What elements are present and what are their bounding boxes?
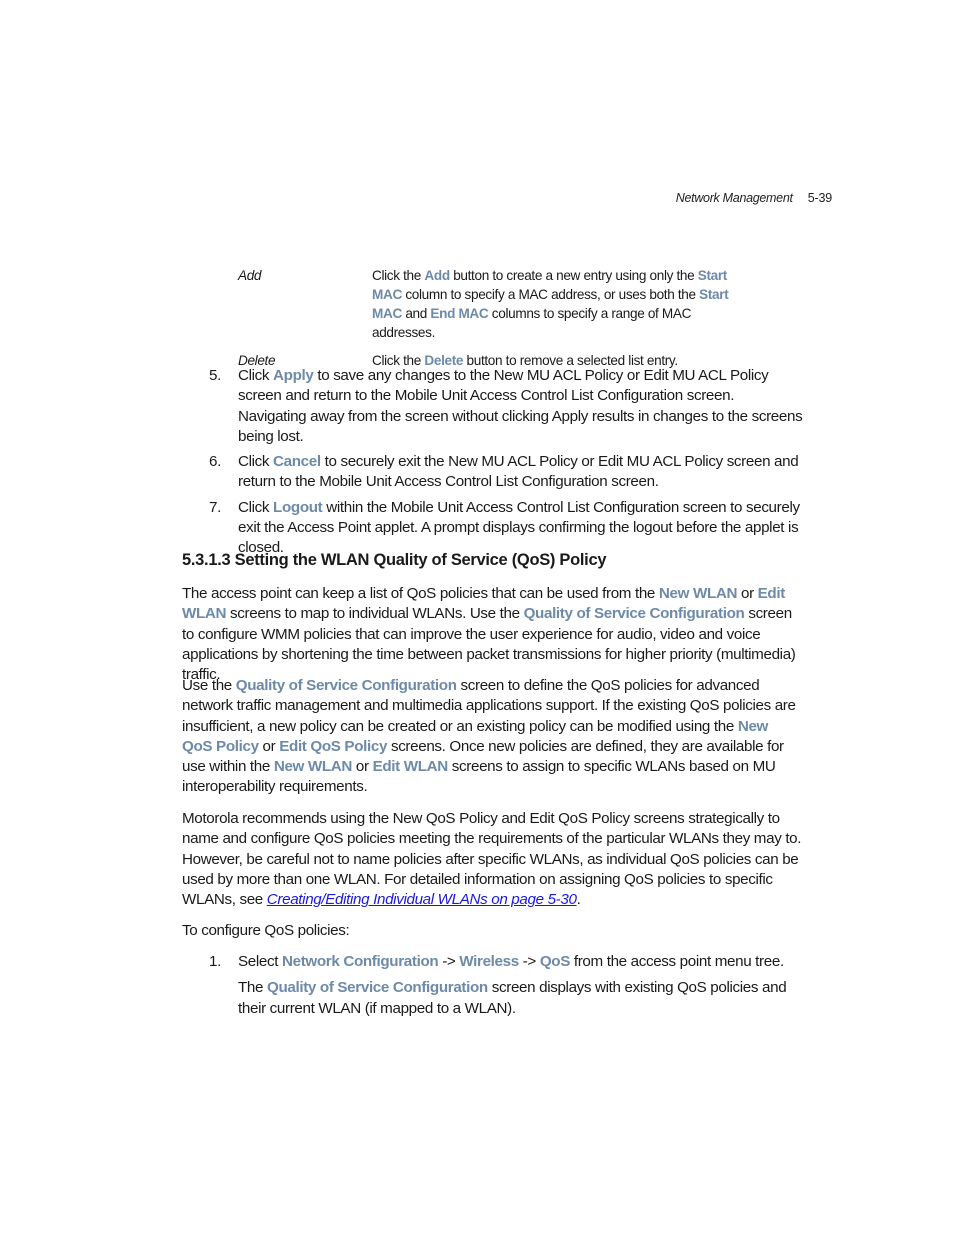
text: within the Mobile Unit Access Control Li…	[238, 498, 800, 557]
ui-term-edit-qos-policy: Edit QoS Policy	[279, 737, 388, 755]
ui-term-network-configuration: Network Configuration	[281, 953, 439, 970]
step-result: The Quality of Service Configuration scr…	[238, 978, 803, 1019]
text: from the access point menu tree.	[569, 953, 784, 970]
step-list-acl: 5. Click Apply to save any changes to th…	[209, 366, 809, 564]
definition-term: Add	[238, 268, 262, 283]
ui-term-add: Add	[424, 268, 450, 283]
step-text: Click Logout within the Mobile Unit Acce…	[238, 498, 803, 559]
ui-term-new-wlan: New WLAN	[273, 758, 353, 776]
text: Use the	[182, 677, 236, 694]
text: or	[737, 585, 758, 602]
text: to securely exit the New MU ACL Policy o…	[238, 453, 799, 491]
text: to save any changes to the New MU ACL Po…	[238, 367, 803, 445]
text: ->	[438, 953, 460, 970]
paragraph-configure-intro: To configure QoS policies:	[182, 922, 350, 939]
header-section-title: Network Management	[675, 191, 793, 205]
step-item: 5. Click Apply to save any changes to th…	[209, 366, 809, 447]
text: Click	[238, 498, 274, 516]
step-text: Click Apply to save any changes to the N…	[238, 366, 803, 447]
section-heading: 5.3.1.3 Setting the WLAN Quality of Serv…	[182, 551, 607, 569]
ui-term-cancel: Cancel	[273, 453, 321, 471]
text: Click the	[372, 268, 425, 283]
cross-reference-link[interactable]: Creating/Editing Individual WLANs on pag…	[267, 891, 577, 908]
ui-term-qos-configuration: Quality of Service Configuration	[267, 979, 488, 997]
step-item: 7. Click Logout within the Mobile Unit A…	[209, 498, 809, 559]
text: button to create a new entry using only …	[449, 268, 698, 283]
ui-term-wireless: Wireless	[459, 953, 519, 970]
text: The	[238, 979, 267, 997]
ui-term-new-wlan: New WLAN	[658, 585, 738, 602]
text: or	[258, 737, 280, 755]
step-number: 6.	[209, 453, 221, 471]
paragraph-intro: The access point can keep a list of QoS …	[182, 584, 802, 685]
page-number: 5-39	[807, 191, 832, 205]
step-text: Click Cancel to securely exit the New MU…	[238, 452, 803, 493]
running-header: Network Management 5-39	[676, 191, 832, 205]
ui-term-logout: Logout	[273, 498, 323, 516]
paragraph-recommendation: Motorola recommends using the New QoS Po…	[182, 809, 802, 910]
step-number: 7.	[209, 498, 221, 516]
ui-term-qos-configuration: Quality of Service Configuration	[523, 605, 745, 623]
text: Click	[238, 453, 274, 471]
text: screens to map to individual WLANs. Use …	[226, 605, 524, 623]
step-item: 6. Click Cancel to securely exit the New…	[209, 452, 809, 493]
text: .	[576, 891, 581, 909]
ui-term-qos-configuration: Quality of Service Configuration	[235, 677, 457, 694]
definition-row-add: Add Click the Add button to create a new…	[238, 266, 808, 342]
definition-table: Add Click the Add button to create a new…	[238, 266, 808, 370]
step-list-qos: 1. Select Network Configuration -> Wirel…	[209, 952, 809, 1024]
step-instruction: Select Network Configuration -> Wireless…	[238, 952, 803, 972]
step-text: Select Network Configuration -> Wireless…	[238, 952, 803, 1019]
text: and	[401, 306, 431, 321]
ui-term-qos: QoS	[539, 953, 571, 970]
step-number: 5.	[209, 367, 221, 384]
text: Click	[238, 367, 274, 384]
paragraph-usage: Use the Quality of Service Configuration…	[182, 676, 802, 798]
text: ->	[518, 953, 540, 970]
definition-description: Click the Add button to create a new ent…	[372, 266, 752, 342]
ui-term-apply: Apply	[273, 367, 314, 384]
step-item: 1. Select Network Configuration -> Wirel…	[209, 952, 809, 1019]
ui-term-end-mac: End MAC	[430, 306, 489, 321]
text: Select	[238, 953, 282, 970]
text: or	[352, 758, 373, 776]
ui-term-edit-wlan: Edit WLAN	[372, 758, 449, 776]
text: column to specify a MAC address, or uses…	[401, 287, 700, 302]
step-number: 1.	[209, 953, 221, 970]
text: The access point can keep a list of QoS …	[182, 585, 659, 602]
